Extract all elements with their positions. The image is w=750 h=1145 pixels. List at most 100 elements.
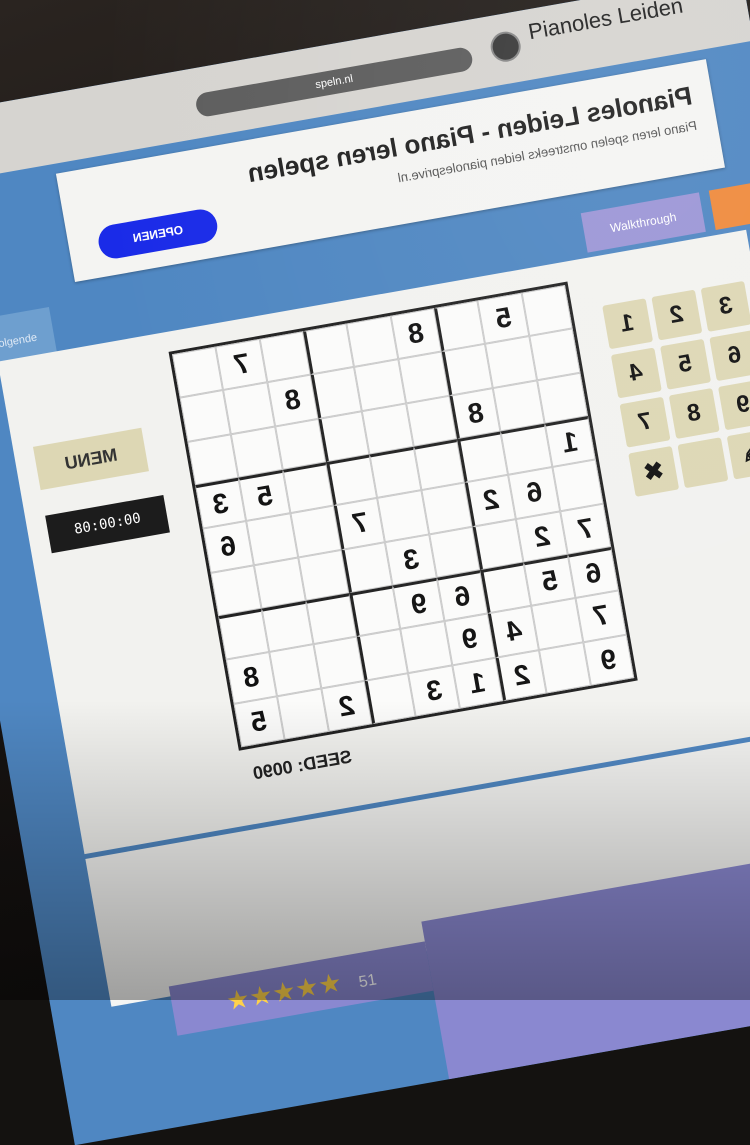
sudoku-cell[interactable] [290,505,342,558]
sudoku-cell[interactable]: 5 [238,469,291,522]
sudoku-cell[interactable] [318,410,370,463]
sudoku-cell[interactable] [500,423,553,476]
pencil-icon[interactable]: ✎ [726,428,750,480]
sudoku-cell[interactable] [346,315,399,368]
sudoku-cell[interactable] [341,541,393,594]
sudoku-cell[interactable] [552,459,604,512]
sudoku-cell[interactable] [246,513,298,565]
sudoku-cell[interactable] [536,372,589,424]
sudoku-cell[interactable]: 7 [575,590,627,642]
sudoku-cell[interactable] [349,585,401,637]
sudoku-cell[interactable] [364,672,416,725]
numpad-key-5[interactable]: 5 [660,338,712,390]
sudoku-cell[interactable] [405,395,458,447]
sudoku-cell[interactable]: 7 [215,338,268,391]
numpad-key-4[interactable]: 4 [610,347,662,399]
sudoku-cell[interactable] [172,346,224,398]
sudoku-cell[interactable]: 9 [582,634,635,686]
sudoku-cell[interactable]: 2 [516,511,568,563]
sudoku-cell[interactable] [472,518,524,571]
orange-tab[interactable] [708,180,750,231]
sudoku-cell[interactable] [356,629,409,681]
numpad-key-6[interactable]: 6 [709,330,750,382]
sudoku-cell[interactable] [254,557,306,609]
sudoku-cell[interactable]: 9 [392,577,445,630]
sudoku-cell[interactable]: 3 [408,665,460,717]
sudoku-cell[interactable] [313,636,365,689]
sudoku-cell[interactable]: 2 [320,680,373,732]
numpad-key-9[interactable]: 9 [718,379,750,431]
sudoku-cell[interactable] [277,688,329,740]
cell-value: 3 [400,542,422,576]
sudoku-cell[interactable] [179,390,232,442]
sudoku-cell[interactable] [218,608,270,660]
sudoku-cell[interactable]: 2 [464,475,517,527]
sudoku-cell[interactable]: 8 [449,387,501,440]
numpad-key-8[interactable]: 8 [668,388,720,440]
sudoku-cell[interactable] [259,331,311,383]
browser-tab-icon[interactable] [488,29,524,65]
sudoku-cell[interactable]: 8 [225,652,278,704]
sudoku-cell[interactable]: 5 [523,554,576,607]
sudoku-cell[interactable] [521,285,573,337]
sudoku-cell[interactable] [261,600,314,653]
sudoku-cell[interactable] [531,598,583,650]
menu-button[interactable]: MENU [32,427,149,491]
sudoku-cell[interactable]: 5 [477,292,529,345]
sudoku-cell[interactable] [269,644,321,696]
numpad-key-7[interactable]: 7 [619,396,671,448]
sudoku-cell[interactable]: 9 [444,613,496,666]
sudoku-cell[interactable]: 1 [451,657,504,709]
sudoku-cell[interactable] [369,446,422,499]
sudoku-cell[interactable] [305,593,357,645]
cell-value: 5 [248,704,270,738]
sudoku-cell[interactable] [354,359,406,411]
sudoku-cell[interactable] [377,490,429,542]
sudoku-cell[interactable] [485,336,537,388]
sudoku-cell[interactable]: 7 [559,503,612,555]
numpad-key-3[interactable]: 3 [700,280,750,332]
sudoku-cell[interactable]: 3 [195,477,247,529]
sudoku-cell[interactable] [231,426,283,478]
erase-button[interactable]: ✖ [628,445,680,497]
sudoku-cell[interactable] [210,564,262,617]
sudoku-cell[interactable]: 8 [267,374,319,427]
sudoku-cell[interactable] [433,300,486,352]
sudoku-cell[interactable] [539,641,591,694]
numpad-key-label: 5 [676,349,695,379]
sudoku-cell[interactable] [528,328,581,381]
sudoku-cell[interactable]: 2 [495,649,547,702]
sudoku-cell[interactable]: 3 [385,534,437,586]
sudoku-cell[interactable] [421,482,473,535]
sudoku-cell[interactable]: 1 [544,415,596,468]
cell-value: 9 [459,622,481,656]
sudoku-cell[interactable] [223,382,275,434]
sudoku-cell[interactable]: 6 [567,546,619,599]
sudoku-cell[interactable] [398,351,450,404]
sudoku-cell[interactable] [441,344,494,396]
sudoku-cell[interactable] [428,526,481,578]
sudoku-cell[interactable] [326,454,378,506]
sudoku-cell[interactable] [297,549,350,601]
sudoku-cell[interactable]: 8 [390,308,442,360]
sudoku-cell[interactable]: 5 [233,695,285,748]
sudoku-cell[interactable] [413,439,465,491]
sudoku-cell[interactable]: 6 [436,570,488,622]
ad-open-button[interactable]: OPENEN [95,206,220,262]
sudoku-cell[interactable] [302,323,355,375]
sudoku-cell[interactable] [187,433,239,486]
sudoku-cell[interactable] [480,562,532,614]
sudoku-cell[interactable]: 6 [508,467,560,519]
sudoku-cell[interactable]: 4 [487,606,540,658]
numpad-key-2[interactable]: 2 [651,289,703,341]
sudoku-cell[interactable] [310,367,363,419]
sudoku-cell[interactable]: 6 [202,521,255,573]
sudoku-cell[interactable] [282,462,334,514]
sudoku-cell[interactable] [493,380,545,432]
numpad-key-1[interactable]: 1 [602,298,654,350]
sudoku-cell[interactable]: 7 [333,498,386,550]
sudoku-cell[interactable] [400,621,452,673]
sudoku-cell[interactable] [362,403,414,455]
sudoku-cell[interactable] [457,431,509,483]
sudoku-cell[interactable] [274,418,327,470]
